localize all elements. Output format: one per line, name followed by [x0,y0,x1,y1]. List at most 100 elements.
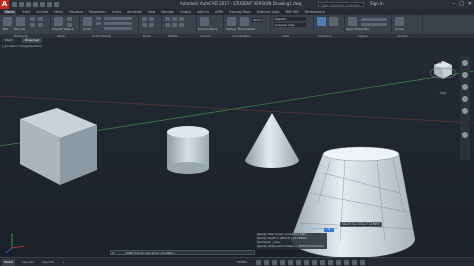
polar-icon[interactable] [280,260,285,265]
viewcube[interactable] [429,61,457,79]
snap-icon[interactable] [264,260,269,265]
save-icon[interactable] [26,2,31,7]
smooth-less-icon[interactable] [67,23,72,27]
tab-visualize[interactable]: Visualize [69,10,83,14]
sweep-icon[interactable] [38,23,43,27]
union-button[interactable] [83,17,92,26]
tab-add-ins[interactable]: Add-ins [197,10,209,14]
gizmo-button[interactable] [329,17,338,26]
new-layout-tab[interactable]: + [60,259,67,266]
ucs-world-dropdown[interactable]: World [252,18,263,22]
customization-icon[interactable] [360,260,365,265]
erase-icon[interactable] [179,23,184,27]
tab-surface[interactable]: Surface [36,10,48,14]
layer-tools-row[interactable] [361,23,387,26]
loft-icon[interactable] [30,23,35,27]
sign-in-link[interactable]: Sign In [370,1,384,6]
new-icon[interactable] [12,2,17,7]
tab-insert[interactable]: Insert [112,10,121,14]
group-button[interactable] [395,17,404,26]
tab-solid[interactable]: Solid [22,10,30,14]
tab-performance[interactable]: Performance [305,10,325,14]
presspull-icon[interactable] [30,17,35,21]
extract-edges-button[interactable] [104,17,132,20]
intersect-icon[interactable] [96,22,101,25]
units-icon[interactable] [328,260,333,265]
move-icon[interactable] [165,17,170,21]
navigation-settings-icon[interactable] [462,132,468,138]
separate-button[interactable] [104,27,132,30]
close-button[interactable]: ✕ [468,1,472,8]
tab-bim-360[interactable]: BIM 360 [286,10,299,14]
mirror-icon[interactable] [179,17,184,21]
named-view-dropdown[interactable]: Unsaved View [274,23,306,27]
drawing-viewport[interactable]: [-][Custom View][Realistic] TOP WCS [0,43,474,257]
model-space-toggle[interactable]: MODEL [235,259,250,266]
subtract-icon[interactable] [96,17,101,20]
application-menu-button[interactable]: A [0,0,9,9]
tab-mesh[interactable]: Mesh [54,10,62,14]
tab-parametric[interactable]: Parametric [89,10,106,14]
layer-properties-button[interactable] [348,17,357,26]
smooth-more-icon[interactable] [67,17,72,21]
redo-icon[interactable] [54,2,59,7]
tab-output[interactable]: Output [180,10,191,14]
line-icon[interactable] [142,17,147,21]
extrude-button[interactable] [16,17,25,26]
orbit-icon[interactable] [462,96,468,102]
tab-view[interactable]: View [148,10,156,14]
rotate-icon[interactable] [172,17,177,21]
tab-home[interactable]: Home [3,10,17,14]
zoom-extents-icon[interactable] [462,84,468,90]
box-solid[interactable] [20,108,97,185]
revolve-icon[interactable] [38,17,43,21]
ortho-icon[interactable] [272,260,277,265]
tab-featured-apps[interactable]: Featured Apps [257,10,280,14]
layout-tab-layout1[interactable]: Layout1 [20,259,36,266]
section-plane-button[interactable] [200,17,209,26]
annotation-scale-icon[interactable] [312,260,317,265]
visual-style-dropdown[interactable]: Realistic [274,17,306,21]
grid-icon[interactable] [256,260,261,265]
osnap-icon[interactable] [304,260,309,265]
command-line-close-icon[interactable]: ✕ [112,251,115,255]
array-icon[interactable] [172,23,177,27]
command-line[interactable]: CONE Specify top radius <0.0000>: [110,250,255,255]
layout-tab-layout2[interactable]: Layout2 [40,259,56,266]
maximize-button[interactable]: □ [459,1,464,8]
arc-icon[interactable] [149,23,154,27]
layout-tab-model[interactable]: Model [2,259,16,266]
wcs-menu[interactable]: WCS [439,92,448,95]
layer-dropdown[interactable] [361,18,387,21]
polyline-icon[interactable] [149,17,154,21]
search-input[interactable]: Type a keyword or phrase [318,2,364,7]
minimize-button[interactable]: – [453,1,456,8]
showmotion-icon[interactable] [462,108,468,114]
extrude-faces-button[interactable] [104,22,132,25]
box-button[interactable] [3,17,12,26]
workspace-icon[interactable] [320,260,325,265]
tab-express-tools[interactable]: Express Tools [229,10,250,14]
culling-button[interactable] [227,17,236,26]
dynamic-input-field[interactable]: 0 [324,228,334,232]
tab-annotate[interactable]: Annotate [127,10,142,14]
tab-a360[interactable]: A360 [215,10,223,14]
copy-icon[interactable] [165,23,170,27]
cylinder-solid[interactable] [167,126,209,174]
selection-filter-button[interactable] [317,17,326,26]
isodraft-icon[interactable] [288,260,293,265]
move-gizmo-button[interactable] [240,17,249,26]
open-icon[interactable] [19,2,24,7]
smooth-object-button[interactable] [54,17,63,26]
plot-icon[interactable] [40,2,45,7]
pan-icon[interactable] [462,72,468,78]
cone-solid[interactable] [245,113,299,168]
tab-manage[interactable]: Manage [161,10,174,14]
clean-screen-icon[interactable] [352,260,357,265]
full-navigation-wheel-icon[interactable] [462,60,468,66]
circle-icon[interactable] [142,23,147,27]
undo-icon[interactable] [47,2,52,7]
isolate-objects-icon[interactable] [336,260,341,265]
osnap-tracking-icon[interactable] [296,260,301,265]
save-as-icon[interactable] [33,2,38,7]
